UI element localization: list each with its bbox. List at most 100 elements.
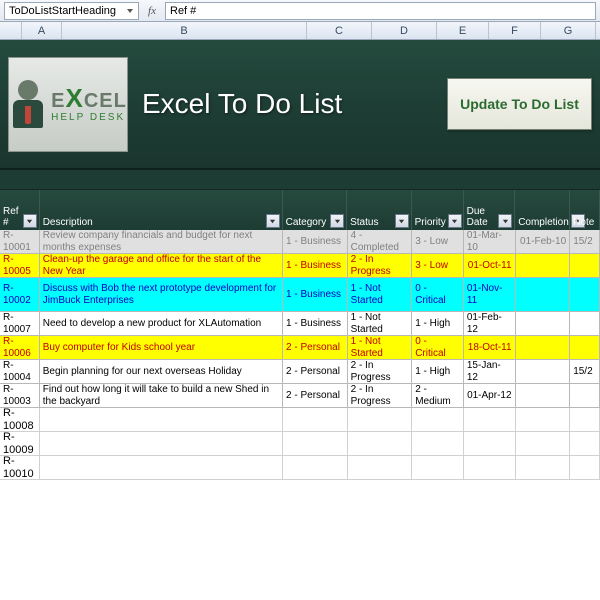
table-row[interactable]: R-10004Begin planning for our next overs… <box>0 360 600 384</box>
cell-stat[interactable]: 2 - In Progress <box>348 384 413 407</box>
table-row[interactable]: R-10006Buy computer for Kids school year… <box>0 336 600 360</box>
cell-empty[interactable] <box>283 432 348 455</box>
name-box[interactable]: ToDoListStartHeading <box>4 2 139 20</box>
formula-input[interactable]: Ref # <box>165 2 596 20</box>
cell-pri[interactable]: 1 - High <box>412 312 464 335</box>
cell-ref[interactable]: R-10002 <box>0 278 40 311</box>
table-row[interactable]: R-10005Clean-up the garage and office fo… <box>0 254 600 278</box>
cell-empty[interactable] <box>516 432 571 455</box>
col-header-f[interactable]: F <box>489 22 541 39</box>
cell-empty[interactable] <box>348 408 413 431</box>
cell-empty[interactable] <box>464 432 516 455</box>
col-header-d[interactable]: D <box>372 22 437 39</box>
cell-pri[interactable]: 1 - High <box>412 360 464 383</box>
cell-cat[interactable]: 2 - Personal <box>283 336 348 359</box>
col-header-e[interactable]: E <box>437 22 489 39</box>
cell-empty[interactable] <box>464 456 516 479</box>
col-header-c[interactable]: C <box>307 22 372 39</box>
cell-pri[interactable]: 0 - Critical <box>412 278 464 311</box>
cell-desc[interactable]: Need to develop a new product for XLAuto… <box>40 312 283 335</box>
cell-stat[interactable]: 2 - In Progress <box>348 360 413 383</box>
cell-comp[interactable] <box>516 360 571 383</box>
cell-empty[interactable]: R-10008 <box>0 408 40 431</box>
table-row[interactable]: R-10001Review company financials and bud… <box>0 230 600 254</box>
cell-note[interactable]: 15/2 <box>570 360 600 383</box>
table-row[interactable]: R-10002Discuss with Bob the next prototy… <box>0 278 600 312</box>
cell-empty[interactable]: R-10010 <box>0 456 40 479</box>
cell-desc[interactable]: Find out how long it will take to build … <box>40 384 283 407</box>
cell-due[interactable]: 15-Jan-12 <box>464 360 516 383</box>
cell-empty[interactable] <box>412 432 464 455</box>
cell-empty[interactable] <box>516 408 571 431</box>
cell-due[interactable]: 01-Feb-12 <box>464 312 516 335</box>
cell-pri[interactable]: 3 - Low <box>412 230 464 253</box>
cell-pri[interactable]: 0 - Critical <box>412 336 464 359</box>
table-row[interactable]: R-10009 <box>0 432 600 456</box>
cell-note[interactable] <box>570 312 600 335</box>
table-row[interactable]: R-10007Need to develop a new product for… <box>0 312 600 336</box>
cell-note[interactable]: 15/2 <box>570 230 600 253</box>
table-row[interactable]: R-10010 <box>0 456 600 480</box>
cell-desc[interactable]: Discuss with Bob the next prototype deve… <box>40 278 283 311</box>
col-header-a[interactable]: A <box>22 22 62 39</box>
cell-ref[interactable]: R-10003 <box>0 384 40 407</box>
cell-stat[interactable]: 1 - Not Started <box>348 312 413 335</box>
cell-stat[interactable]: 1 - Not Started <box>348 278 413 311</box>
cell-empty[interactable]: R-10009 <box>0 432 40 455</box>
table-row[interactable]: R-10008 <box>0 408 600 432</box>
cell-empty[interactable] <box>283 456 348 479</box>
cell-empty[interactable] <box>516 456 571 479</box>
cell-ref[interactable]: R-10004 <box>0 360 40 383</box>
cell-empty[interactable] <box>570 432 600 455</box>
cell-cat[interactable]: 2 - Personal <box>283 360 348 383</box>
cell-empty[interactable] <box>412 408 464 431</box>
update-todo-button[interactable]: Update To Do List <box>447 78 592 130</box>
filter-cat-button[interactable] <box>330 214 344 228</box>
cell-due[interactable]: 01-Nov-11 <box>464 278 516 311</box>
cell-desc[interactable]: Buy computer for Kids school year <box>40 336 283 359</box>
cell-due[interactable]: 01-Oct-11 <box>464 254 516 277</box>
cell-empty[interactable] <box>283 408 348 431</box>
cell-ref[interactable]: R-10007 <box>0 312 40 335</box>
cell-empty[interactable] <box>40 456 283 479</box>
cell-ref[interactable]: R-10006 <box>0 336 40 359</box>
cell-desc[interactable]: Review company financials and budget for… <box>40 230 283 253</box>
cell-pri[interactable]: 2 - Medium <box>412 384 464 407</box>
cell-empty[interactable] <box>570 408 600 431</box>
cell-comp[interactable] <box>516 254 571 277</box>
cell-note[interactable] <box>570 278 600 311</box>
cell-comp[interactable] <box>516 336 571 359</box>
cell-stat[interactable]: 1 - Not Started <box>348 336 413 359</box>
col-header-g[interactable]: G <box>541 22 596 39</box>
col-header-b[interactable]: B <box>62 22 307 39</box>
cell-note[interactable] <box>570 384 600 407</box>
cell-comp[interactable]: 01-Feb-10 <box>516 230 571 253</box>
cell-ref[interactable]: R-10001 <box>0 230 40 253</box>
cell-empty[interactable] <box>464 408 516 431</box>
cell-empty[interactable] <box>348 432 413 455</box>
fx-icon[interactable]: fx <box>143 5 161 17</box>
table-row[interactable]: R-10003Find out how long it will take to… <box>0 384 600 408</box>
cell-comp[interactable] <box>516 312 571 335</box>
cell-stat[interactable]: 4 - Completed <box>348 230 413 253</box>
cell-cat[interactable]: 1 - Business <box>283 278 348 311</box>
cell-desc[interactable]: Clean-up the garage and office for the s… <box>40 254 283 277</box>
cell-note[interactable] <box>570 254 600 277</box>
filter-stat-button[interactable] <box>395 214 409 228</box>
cell-comp[interactable] <box>516 278 571 311</box>
select-all-corner[interactable] <box>0 22 22 39</box>
cell-cat[interactable]: 2 - Personal <box>283 384 348 407</box>
cell-cat[interactable]: 1 - Business <box>283 312 348 335</box>
cell-cat[interactable]: 1 - Business <box>283 254 348 277</box>
cell-due[interactable]: 01-Mar-10 <box>464 230 516 253</box>
filter-ref-button[interactable] <box>23 214 37 228</box>
cell-ref[interactable]: R-10005 <box>0 254 40 277</box>
filter-pri-button[interactable] <box>448 214 462 228</box>
cell-comp[interactable] <box>516 384 571 407</box>
cell-empty[interactable] <box>570 456 600 479</box>
cell-empty[interactable] <box>412 456 464 479</box>
filter-desc-button[interactable] <box>266 214 280 228</box>
cell-empty[interactable] <box>40 432 283 455</box>
cell-due[interactable]: 01-Apr-12 <box>464 384 516 407</box>
cell-empty[interactable] <box>348 456 413 479</box>
